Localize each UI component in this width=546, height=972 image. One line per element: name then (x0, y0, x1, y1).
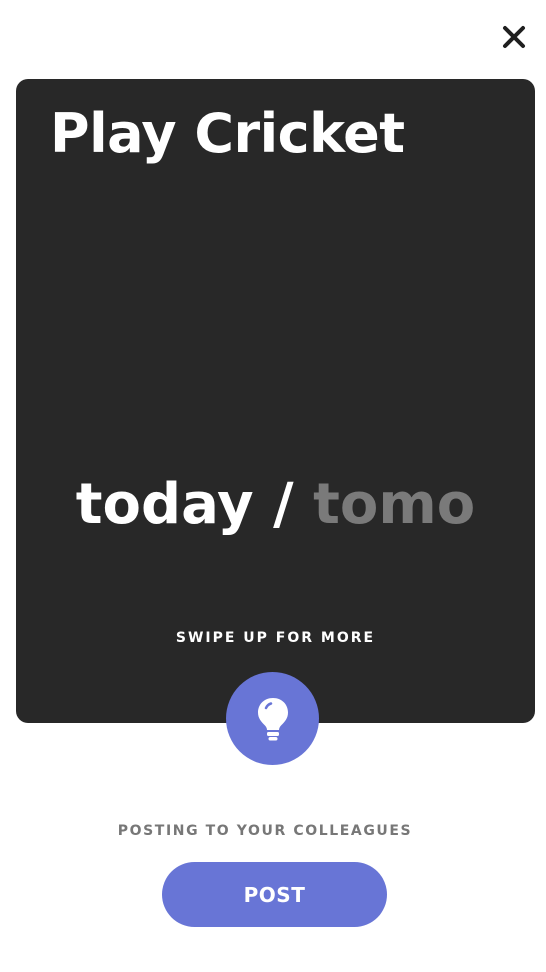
day-option-today[interactable]: today (76, 472, 254, 537)
posting-audience-label: POSTING TO YOUR COLLEAGUES (117, 823, 413, 839)
day-separator: / (253, 472, 314, 537)
close-icon (503, 26, 525, 48)
day-toggle: today / tomo (16, 473, 535, 537)
day-option-tomorrow[interactable]: tomo (313, 472, 475, 537)
idea-button[interactable] (226, 672, 319, 765)
swipe-hint: SWIPE UP FOR MORE (175, 630, 376, 646)
task-card[interactable]: Play Cricket today / tomo SWIPE UP FOR M… (16, 79, 535, 723)
card-title: Play Cricket (50, 102, 405, 165)
post-button[interactable]: POST (162, 862, 387, 927)
lightbulb-icon (257, 697, 288, 740)
close-button[interactable] (496, 19, 532, 55)
